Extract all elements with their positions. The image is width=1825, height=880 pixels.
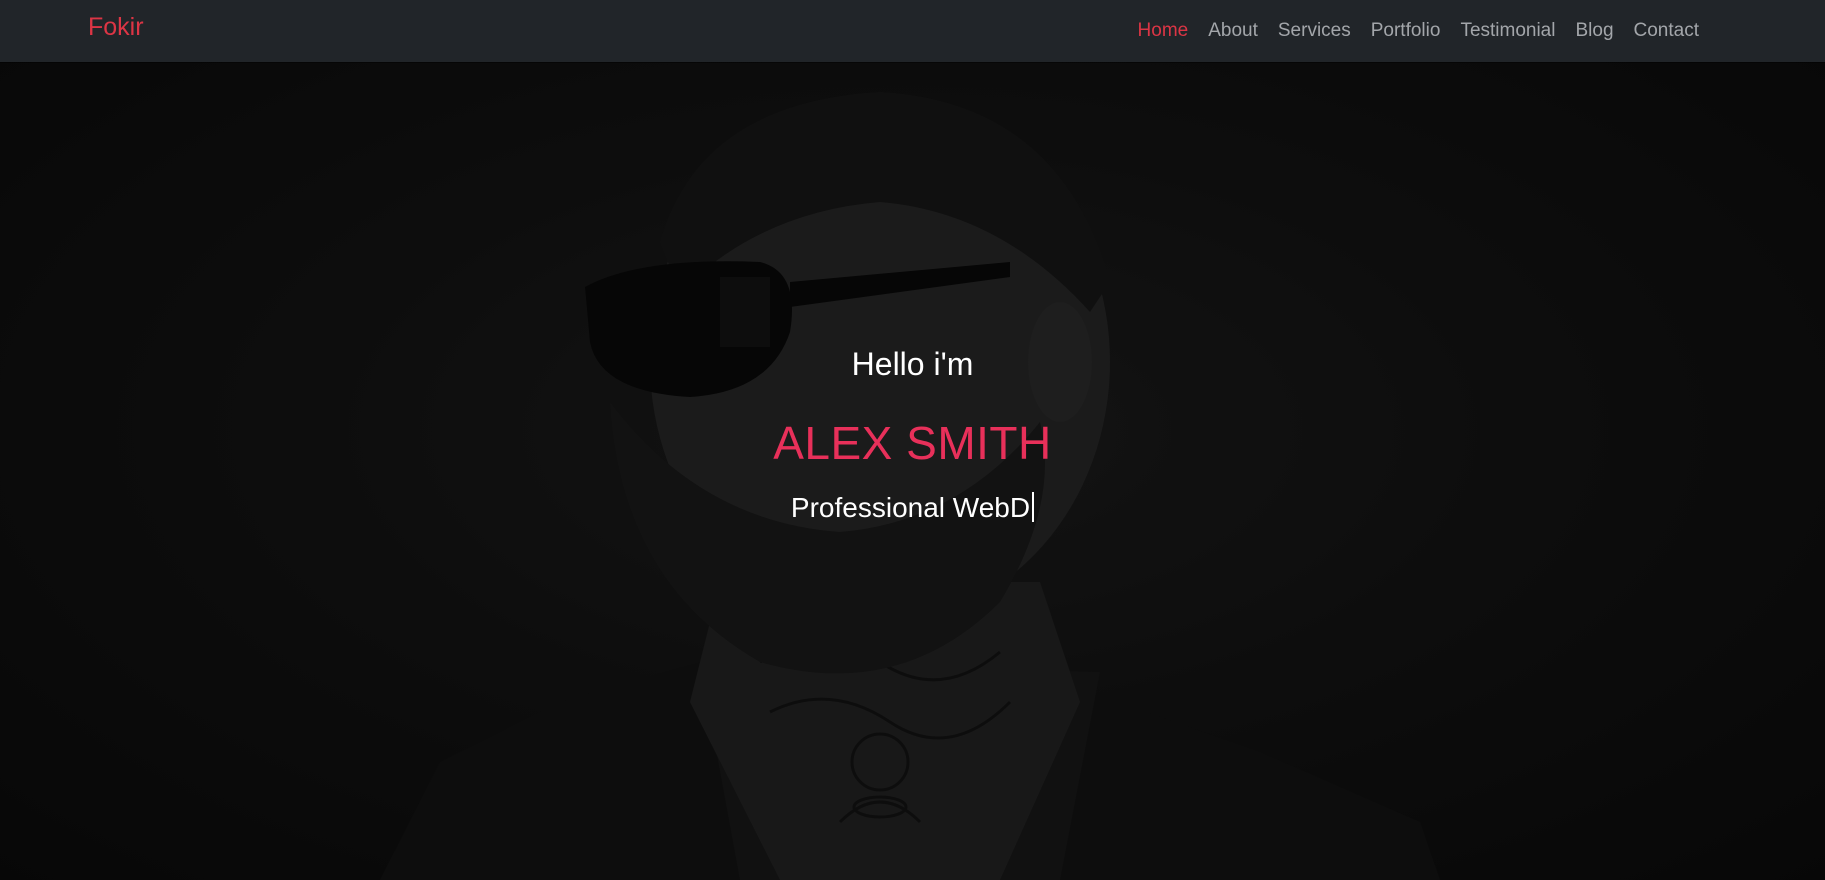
nav-item-blog[interactable]: Blog bbox=[1575, 20, 1613, 42]
hero-section: Hello i'm ALEX SMITH Professional WebD bbox=[0, 62, 1825, 880]
nav-item-home[interactable]: Home bbox=[1138, 20, 1189, 42]
nav-menu: Home About Services Portfolio Testimonia… bbox=[1118, 0, 1699, 62]
typing-cursor bbox=[1032, 492, 1035, 522]
nav-item-about[interactable]: About bbox=[1208, 20, 1258, 42]
nav-item-testimonial[interactable]: Testimonial bbox=[1460, 20, 1555, 42]
nav-item-services[interactable]: Services bbox=[1278, 20, 1351, 42]
hero-role-text: Professional WebD bbox=[790, 492, 1031, 523]
hero-greeting: Hello i'm bbox=[851, 346, 974, 382]
brand-logo[interactable]: Fokir bbox=[88, 13, 144, 42]
hero-role: Professional WebD bbox=[0, 492, 1825, 524]
nav-item-portfolio[interactable]: Portfolio bbox=[1371, 20, 1441, 42]
hero-dark-overlay bbox=[0, 62, 1825, 880]
hero-name: ALEX SMITH bbox=[773, 417, 1052, 469]
top-navbar: Fokir Home About Services Portfolio Test… bbox=[0, 0, 1825, 62]
nav-item-contact[interactable]: Contact bbox=[1634, 20, 1699, 42]
